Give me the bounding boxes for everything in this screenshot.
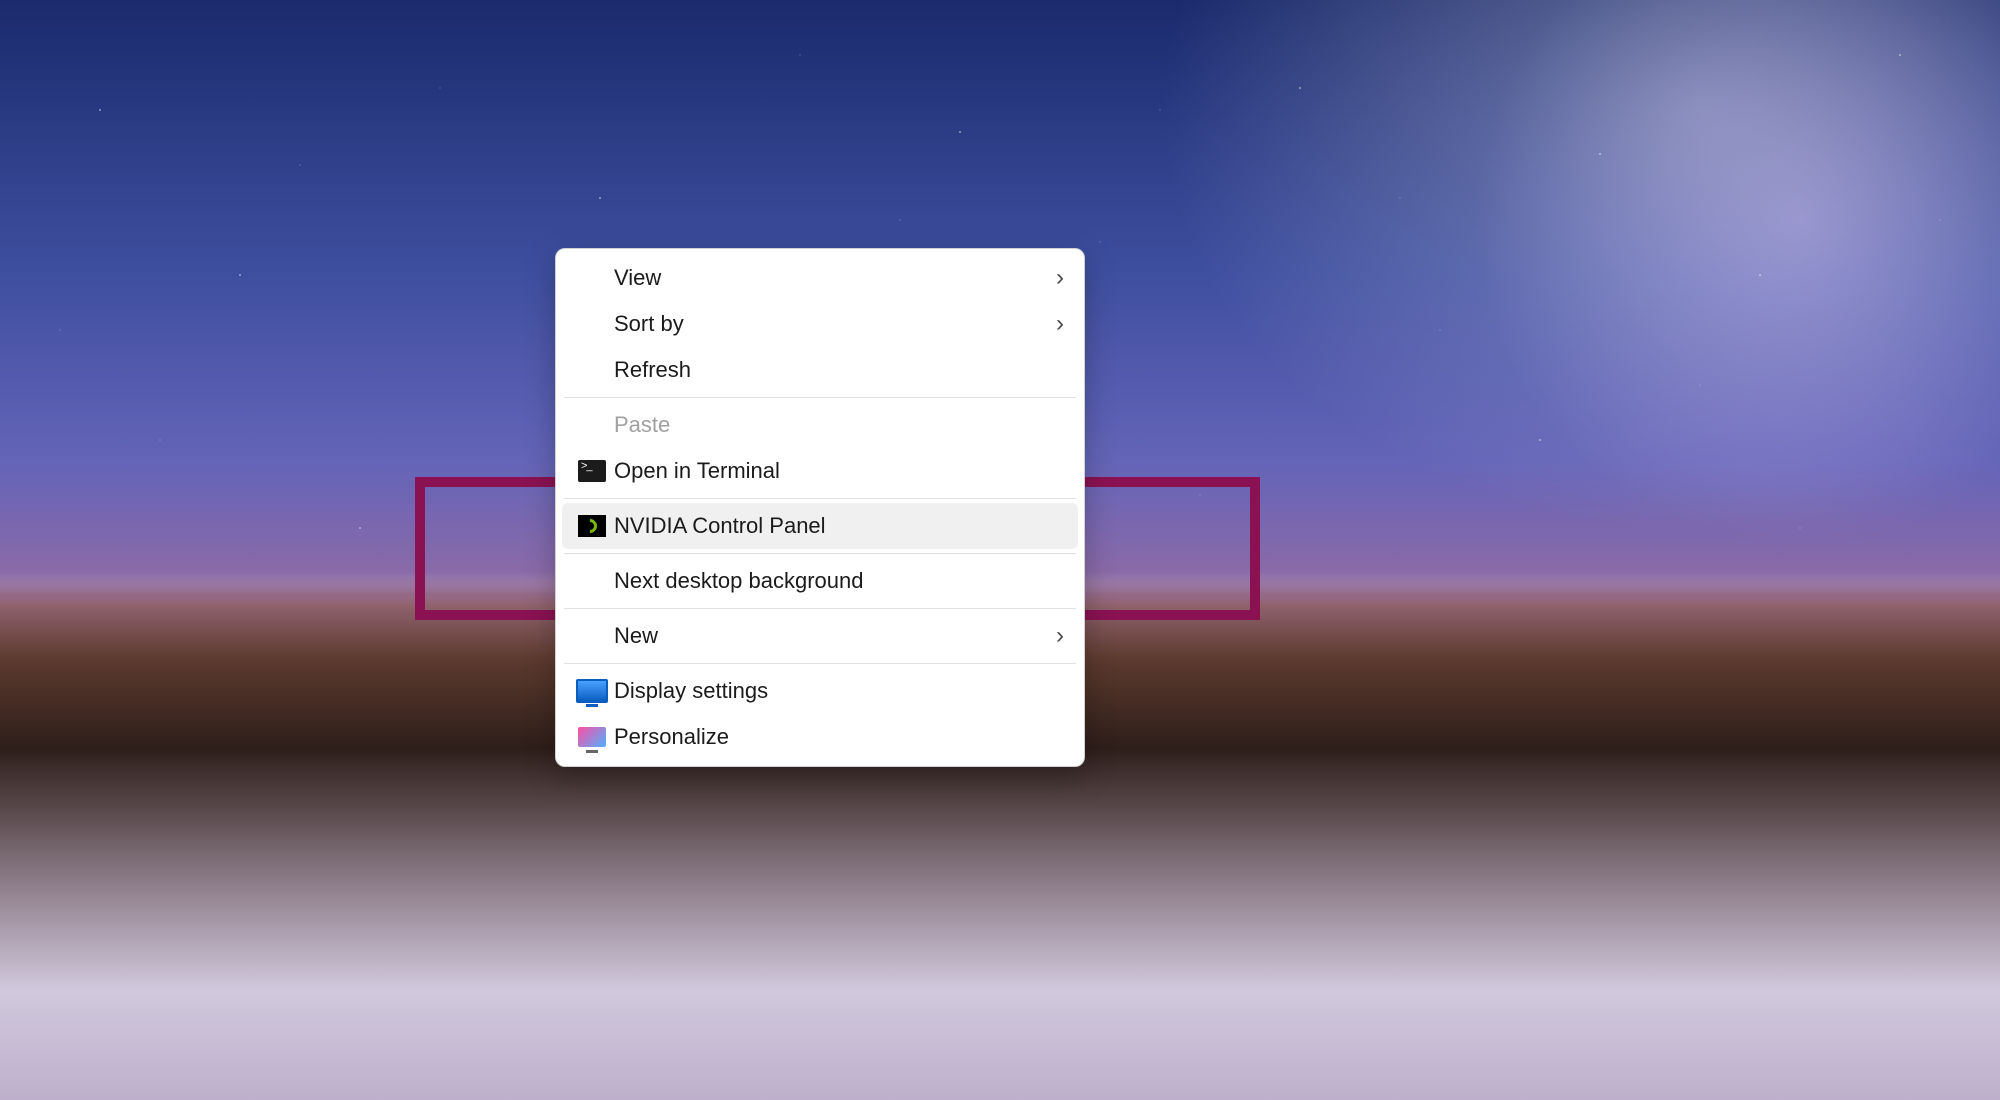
menu-label-refresh: Refresh bbox=[614, 357, 1064, 383]
display-icon bbox=[570, 679, 614, 703]
menu-item-next-desktop-background[interactable]: Next desktop background bbox=[562, 558, 1078, 604]
chevron-right-icon: › bbox=[1056, 312, 1064, 336]
menu-separator bbox=[564, 397, 1076, 398]
chevron-right-icon: › bbox=[1056, 624, 1064, 648]
menu-separator bbox=[564, 663, 1076, 664]
menu-label-paste: Paste bbox=[614, 412, 1064, 438]
menu-label-open-terminal: Open in Terminal bbox=[614, 458, 1064, 484]
personalize-icon bbox=[570, 727, 614, 747]
chevron-right-icon: › bbox=[1056, 266, 1064, 290]
menu-separator bbox=[564, 608, 1076, 609]
menu-item-open-terminal[interactable]: Open in Terminal bbox=[562, 448, 1078, 494]
menu-separator bbox=[564, 553, 1076, 554]
menu-label-display-settings: Display settings bbox=[614, 678, 1064, 704]
menu-label-new: New bbox=[614, 623, 1056, 649]
menu-item-sort-by[interactable]: Sort by › bbox=[562, 301, 1078, 347]
menu-label-sort-by: Sort by bbox=[614, 311, 1056, 337]
menu-label-next-bg: Next desktop background bbox=[614, 568, 1064, 594]
menu-item-refresh[interactable]: Refresh bbox=[562, 347, 1078, 393]
terminal-icon bbox=[570, 460, 614, 482]
menu-separator bbox=[564, 498, 1076, 499]
menu-item-new[interactable]: New › bbox=[562, 613, 1078, 659]
menu-label-personalize: Personalize bbox=[614, 724, 1064, 750]
menu-item-view[interactable]: View › bbox=[562, 255, 1078, 301]
nvidia-icon bbox=[570, 515, 614, 537]
desktop-context-menu: View › Sort by › Refresh Paste Open in T… bbox=[555, 248, 1085, 767]
menu-item-display-settings[interactable]: Display settings bbox=[562, 668, 1078, 714]
menu-label-nvidia: NVIDIA Control Panel bbox=[614, 513, 1064, 539]
menu-label-view: View bbox=[614, 265, 1056, 291]
menu-item-paste: Paste bbox=[562, 402, 1078, 448]
menu-item-personalize[interactable]: Personalize bbox=[562, 714, 1078, 760]
menu-item-nvidia-control-panel[interactable]: NVIDIA Control Panel bbox=[562, 503, 1078, 549]
